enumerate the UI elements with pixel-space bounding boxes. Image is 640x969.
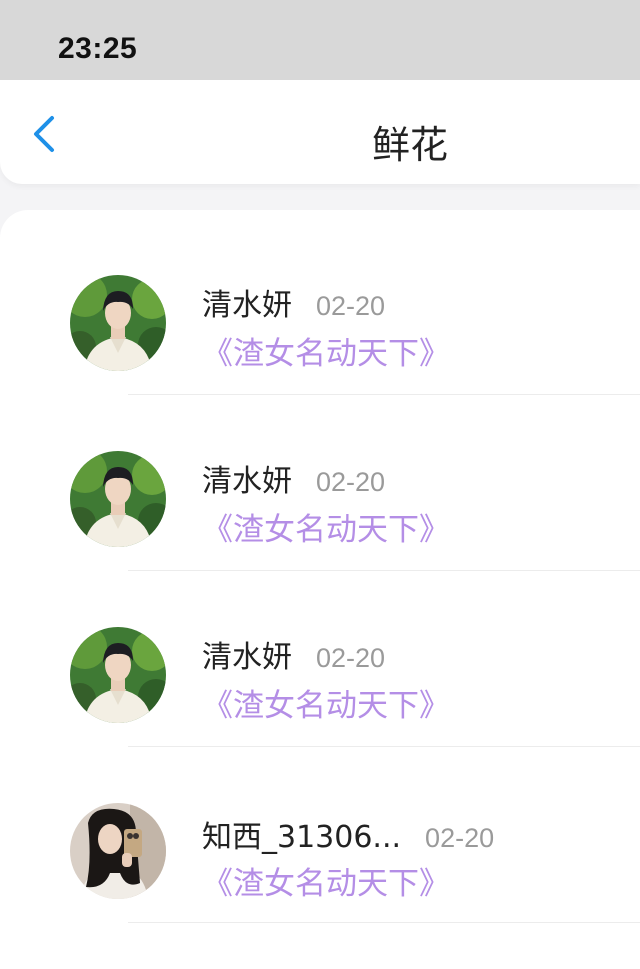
list-item[interactable]: 清水妍 02-20 《渣女名动天下》 (0, 602, 640, 778)
item-sender: 清水妍 02-20 (202, 280, 385, 324)
item-sender: 知西_31306... 02-20 (202, 812, 494, 856)
back-button[interactable] (24, 112, 68, 156)
sender-name: 清水妍 (202, 464, 292, 499)
divider (128, 922, 640, 923)
item-sender: 清水妍 02-20 (202, 632, 385, 676)
avatar[interactable] (70, 803, 166, 899)
avatar-man-image (70, 451, 166, 547)
avatar-man-image (70, 275, 166, 371)
list-item[interactable]: 清水妍 02-20 《渣女名动天下》 (0, 250, 640, 426)
divider (128, 570, 640, 571)
avatar[interactable] (70, 275, 166, 371)
nav-bar: 鲜花 (0, 80, 640, 184)
item-sender: 清水妍 02-20 (202, 456, 385, 500)
item-work-link[interactable]: 《渣女名动天下》 (202, 680, 450, 725)
item-date: 02-20 (316, 291, 386, 321)
item-date: 02-20 (425, 823, 495, 853)
sender-name: 清水妍 (202, 288, 292, 323)
list-item[interactable]: 清水妍 02-20 《渣女名动天下》 (0, 426, 640, 602)
item-work-link[interactable]: 《渣女名动天下》 (202, 858, 450, 903)
chevron-left-icon (34, 116, 54, 152)
page-title: 鲜花 (372, 123, 449, 167)
avatar[interactable] (70, 451, 166, 547)
item-date: 02-20 (316, 643, 386, 673)
sender-name: 知西_31306... (202, 820, 402, 855)
avatar-woman-image (70, 803, 166, 899)
flower-list: 清水妍 02-20 《渣女名动天下》 清水妍 02-20 《渣女名动天下》 清水… (0, 210, 640, 969)
avatar[interactable] (70, 627, 166, 723)
divider (128, 394, 640, 395)
item-work-link[interactable]: 《渣女名动天下》 (202, 504, 450, 549)
divider (128, 746, 640, 747)
item-date: 02-20 (316, 467, 386, 497)
item-work-link[interactable]: 《渣女名动天下》 (202, 328, 450, 373)
sender-name: 清水妍 (202, 640, 292, 675)
list-item[interactable]: 知西_31306... 02-20 《渣女名动天下》 (0, 778, 640, 954)
status-time: 23:25 (58, 32, 138, 65)
avatar-man-image (70, 627, 166, 723)
status-bar: 23:25 (0, 0, 640, 80)
